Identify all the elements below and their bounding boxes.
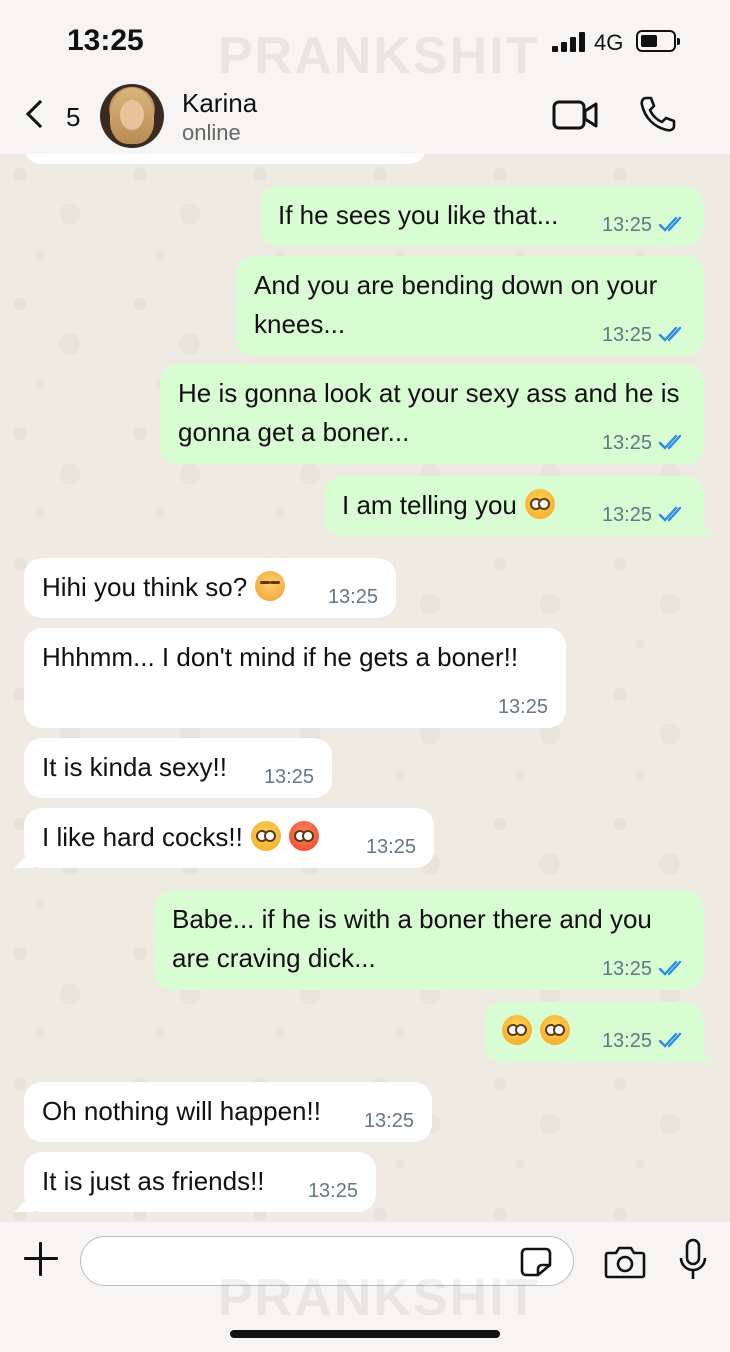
message-time: 13:25 xyxy=(365,836,416,858)
double-check-icon xyxy=(658,326,682,342)
message-text: I like hard cocks!! xyxy=(42,818,416,857)
composer-bar: PRANKSHIT xyxy=(0,1222,730,1352)
attach-button[interactable] xyxy=(22,1240,60,1278)
message-bubble-outgoing[interactable]: I am telling you 13:25 xyxy=(324,476,704,536)
message-bubble-incoming[interactable]: I like hard cocks!! 13:25 xyxy=(24,808,434,868)
double-check-icon xyxy=(658,1032,682,1048)
video-call-button[interactable] xyxy=(552,98,600,132)
message-text: Hhhmm... I don't mind if he gets a boner… xyxy=(42,642,519,672)
message-time: 13:25 xyxy=(307,1180,358,1202)
double-check-icon xyxy=(658,506,682,522)
message-bubble-incoming[interactable]: It is kinda sexy!! 13:25 xyxy=(24,738,332,798)
message-time: 13:25 xyxy=(601,324,652,346)
message-time: 13:25 xyxy=(601,958,652,980)
sticker-button[interactable] xyxy=(520,1247,552,1277)
message-time: 13:25 xyxy=(601,214,652,236)
voice-call-button[interactable] xyxy=(638,94,678,134)
signal-icon xyxy=(552,30,586,52)
message-bubble-incoming[interactable]: Hhhmm... I don't mind if he gets a boner… xyxy=(24,628,566,728)
contact-status: online xyxy=(182,120,241,145)
message-bubble-outgoing[interactable]: If he sees you like that... 13:25 xyxy=(260,186,704,246)
phone-icon xyxy=(640,96,676,132)
double-check-icon xyxy=(658,960,682,976)
message-bubble-incoming[interactable]: It is just as friends!! 13:25 xyxy=(24,1152,376,1212)
flushed-emoji-icon xyxy=(540,1015,570,1045)
flushed-emoji-icon xyxy=(250,821,281,851)
unread-count: 5 xyxy=(66,102,81,132)
contact-name[interactable]: Karina xyxy=(182,88,257,119)
message-time: 13:25 xyxy=(363,1110,414,1132)
message-time: 13:25 xyxy=(601,432,652,454)
microphone-button[interactable] xyxy=(678,1238,708,1282)
message-time: 13:25 xyxy=(601,1030,652,1052)
flushed-emoji-icon xyxy=(524,489,555,519)
message-bubble-outgoing[interactable]: And you are bending down on your knees..… xyxy=(236,256,704,356)
home-indicator[interactable] xyxy=(230,1330,500,1338)
back-chevron-icon xyxy=(25,99,55,129)
camera-icon xyxy=(604,1246,646,1279)
mic-icon xyxy=(679,1238,707,1279)
message-time: 13:25 xyxy=(327,586,378,608)
message-input[interactable] xyxy=(80,1236,574,1286)
flushed-emoji-icon xyxy=(502,1015,532,1045)
video-call-icon xyxy=(552,100,598,130)
message-text: Oh nothing will happen!! xyxy=(42,1096,321,1126)
status-time: 13:25 xyxy=(67,24,144,57)
sticker-icon xyxy=(520,1247,552,1277)
message-bubble-outgoing[interactable]: Babe... if he is with a boner there and … xyxy=(154,890,704,990)
avatar[interactable] xyxy=(100,84,164,148)
chat-area[interactable]: PRANKSHIT If he sees you like that... 13… xyxy=(0,154,730,1222)
camera-button[interactable] xyxy=(604,1244,646,1280)
message-bubble-outgoing[interactable]: He is gonna look at your sexy ass and he… xyxy=(160,364,704,464)
message-time: 13:25 xyxy=(263,766,314,788)
message-time: 13:25 xyxy=(497,696,548,718)
hand-over-mouth-emoji-icon xyxy=(255,571,286,601)
status-bar: 13:25 PRANKSHIT 4G xyxy=(0,0,730,85)
watermark: PRANKSHIT xyxy=(218,27,540,85)
hot-face-emoji-icon xyxy=(288,821,319,851)
message-bubble-incoming[interactable]: Oh nothing will happen!! 13:25 xyxy=(24,1082,432,1142)
battery-icon xyxy=(636,30,680,52)
message-bubble-outgoing[interactable]: 13:25 xyxy=(484,1002,704,1062)
message-bubble-incoming[interactable]: Hihi you think so? 13:25 xyxy=(24,558,396,618)
message-time: 13:25 xyxy=(601,504,652,526)
network-label: 4G xyxy=(594,30,624,55)
double-check-icon xyxy=(658,216,682,232)
partial-message xyxy=(24,154,426,164)
back-button[interactable]: 5 xyxy=(22,96,92,136)
chat-header: 5 Karina online xyxy=(0,78,730,154)
double-check-icon xyxy=(658,434,682,450)
